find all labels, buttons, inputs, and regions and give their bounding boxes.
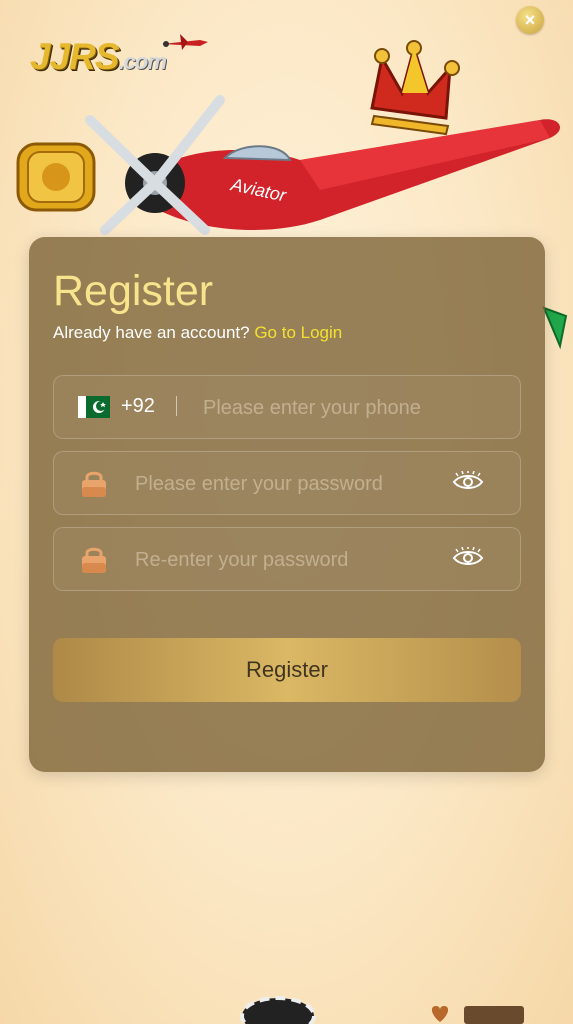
country-code[interactable]: +92	[121, 395, 155, 418]
small-plane-icon	[162, 34, 208, 50]
phone-field[interactable]: +92	[53, 375, 521, 439]
account-prompt-text: Already have an account?	[53, 323, 250, 342]
logo-suffix-text: .com	[118, 49, 167, 74]
lock-icon	[82, 471, 106, 497]
login-prompt: Already have an account? Go to Login	[53, 323, 342, 343]
register-card: Register Already have an account? Go to …	[29, 237, 545, 772]
brand-logo: JJRS.com	[30, 36, 167, 78]
lock-icon	[82, 547, 106, 573]
page-title: Register	[53, 267, 214, 315]
close-icon[interactable]: ×	[516, 6, 544, 34]
password-input[interactable]	[133, 465, 437, 503]
eye-icon[interactable]	[452, 547, 484, 569]
eye-icon[interactable]	[452, 471, 484, 493]
register-button[interactable]: Register	[53, 638, 521, 702]
pakistan-flag-icon	[78, 396, 110, 418]
aviator-plane-icon: Aviator	[85, 95, 561, 235]
divider	[176, 396, 177, 416]
password-field[interactable]	[53, 451, 521, 515]
confirm-password-field[interactable]	[53, 527, 521, 591]
casino-chip-icon	[240, 996, 316, 1024]
phone-input[interactable]	[201, 389, 505, 427]
go-to-login-link[interactable]: Go to Login	[254, 323, 342, 342]
card-heart-icon	[431, 1006, 524, 1024]
confirm-password-input[interactable]	[133, 541, 437, 579]
logo-main-text: JJRS	[30, 36, 120, 77]
